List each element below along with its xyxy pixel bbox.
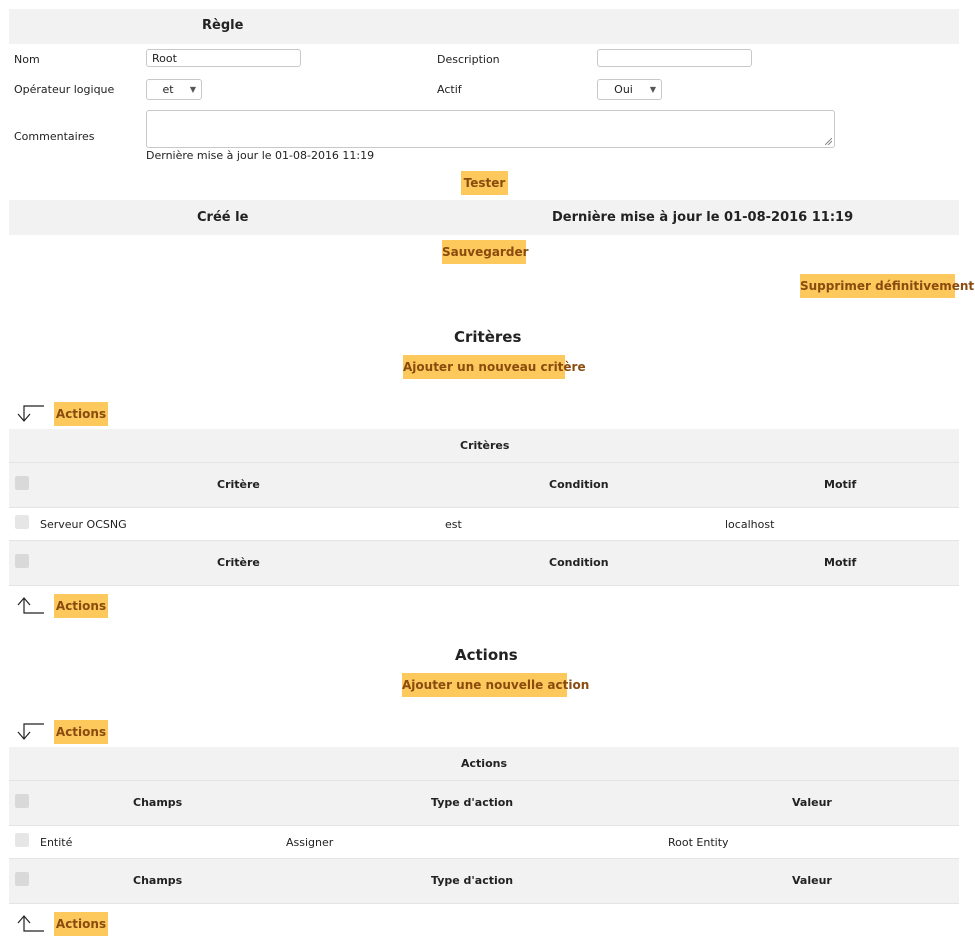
criteria-mass-actions-bottom[interactable]: Actions (54, 594, 108, 618)
comments-label: Commentaires (14, 130, 95, 143)
actions-title: Actions (455, 646, 518, 664)
row-valeur: Root Entity (668, 836, 729, 849)
select-all-checkbox[interactable] (15, 554, 29, 568)
arrow-down-left-icon (17, 723, 44, 740)
actif-select[interactable]: Oui ▼ (597, 79, 662, 100)
column-header-valeur[interactable]: Valeur (792, 796, 832, 809)
nom-input[interactable]: Root (146, 49, 301, 67)
criteria-header-row (9, 463, 959, 507)
add-criterion-button[interactable]: Ajouter un nouveau critère (403, 355, 586, 379)
column-header-type[interactable]: Type d'action (431, 796, 513, 809)
actions-mass-actions-bottom[interactable]: Actions (54, 912, 108, 936)
resize-handle-icon[interactable] (825, 138, 832, 145)
divider (9, 585, 959, 586)
select-all-checkbox[interactable] (15, 794, 29, 808)
add-action-button[interactable]: Ajouter une nouvelle action (402, 673, 589, 697)
triangle-down-icon: ▼ (649, 85, 656, 94)
row-motif: localhost (725, 518, 775, 531)
select-all-checkbox[interactable] (15, 872, 29, 886)
form-title: Règle (202, 18, 244, 33)
table-row[interactable] (9, 508, 959, 540)
comments-textarea[interactable] (146, 110, 835, 148)
row-type: Assigner (286, 836, 334, 849)
operator-label: Opérateur logique (14, 83, 115, 96)
column-header-motif[interactable]: Motif (824, 478, 856, 491)
select-all-checkbox[interactable] (15, 476, 29, 490)
column-footer-type[interactable]: Type d'action (431, 874, 513, 887)
row-champs[interactable]: Entité (40, 836, 72, 849)
description-input[interactable] (597, 49, 752, 67)
save-button[interactable]: Sauvegarder (442, 240, 529, 264)
column-footer-condition[interactable]: Condition (549, 556, 609, 569)
criteria-title: Critères (454, 328, 522, 346)
nom-label: Nom (14, 53, 40, 66)
arrow-down-left-icon (17, 405, 44, 422)
description-label: Description (437, 53, 500, 66)
created-label: Créé le (197, 210, 249, 225)
column-header-champs[interactable]: Champs (133, 796, 182, 809)
column-footer-valeur[interactable]: Valeur (792, 874, 832, 887)
row-checkbox[interactable] (15, 515, 29, 529)
updated-label: Dernière mise à jour le 01-08-2016 11:19 (552, 210, 854, 225)
operator-select[interactable]: et ▼ (146, 79, 202, 100)
table-row[interactable] (9, 826, 959, 858)
purge-button[interactable]: Supprimer définitivement (800, 274, 974, 298)
column-header-critere[interactable]: Critère (217, 478, 260, 491)
criteria-footer-row (9, 541, 959, 585)
row-checkbox[interactable] (15, 833, 29, 847)
actions-table-caption: Actions (461, 757, 507, 770)
actif-label: Actif (437, 83, 462, 96)
test-button[interactable]: Tester (461, 171, 508, 195)
column-footer-motif[interactable]: Motif (824, 556, 856, 569)
column-footer-critere[interactable]: Critère (217, 556, 260, 569)
arrow-up-left-icon (17, 597, 44, 614)
divider (9, 903, 959, 904)
form-last-update: Dernière mise à jour le 01-08-2016 11:19 (146, 149, 375, 162)
arrow-up-left-icon (17, 915, 44, 932)
form-header-bar (9, 9, 959, 44)
criteria-mass-actions-top[interactable]: Actions (54, 402, 108, 426)
operator-select-value: et (162, 83, 174, 96)
row-critere[interactable]: Serveur OCSNG (40, 518, 127, 531)
actif-select-value: Oui (614, 83, 633, 96)
actions-mass-actions-top[interactable]: Actions (54, 720, 108, 744)
column-header-condition[interactable]: Condition (549, 478, 609, 491)
criteria-table-caption: Critères (460, 439, 510, 452)
triangle-down-icon: ▼ (189, 85, 196, 94)
row-condition: est (445, 518, 462, 531)
column-footer-champs[interactable]: Champs (133, 874, 182, 887)
